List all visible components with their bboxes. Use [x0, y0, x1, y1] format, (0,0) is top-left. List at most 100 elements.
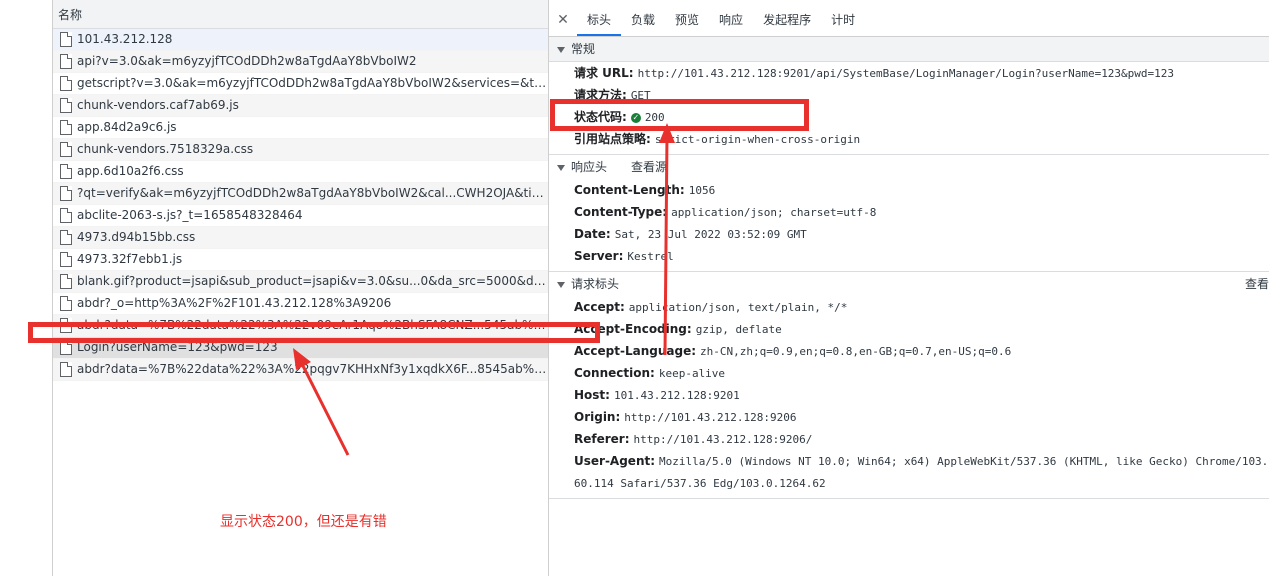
request-row[interactable]: 4973.d94b15bb.css [53, 227, 548, 249]
header-value: http://101.43.212.128:9206 [624, 411, 797, 424]
details-pane: ✕ 标头 负载 预览 响应 发起程序 计时 常规 请求 URL: http://101.43.… [549, 0, 1269, 576]
file-icon [60, 54, 72, 69]
request-row[interactable]: abdr?data=%7B%22data%22%3A%22pqgv7KHHxNf… [53, 359, 548, 381]
request-name: abclite-2063-s.js?_t=1658548328464 [77, 208, 303, 222]
file-icon [60, 76, 72, 91]
tab-payload[interactable]: 负载 [621, 0, 665, 36]
file-icon [60, 362, 72, 377]
view-source-link[interactable]: 查看 [1245, 272, 1269, 296]
header-key: Accept: [574, 300, 625, 314]
file-icon [60, 274, 72, 289]
close-icon[interactable]: ✕ [549, 0, 577, 40]
tab-headers[interactable]: 标头 [577, 0, 622, 36]
header-value: keep-alive [658, 367, 726, 380]
header-value: http://101.43.212.128:9206/ [633, 433, 813, 446]
header-row: Accept: application/json, text/plain, */* [549, 296, 1269, 318]
tab-preview[interactable]: 预览 [665, 0, 709, 36]
file-icon [60, 142, 72, 157]
file-icon [60, 208, 72, 223]
request-row[interactable]: getscript?v=3.0&ak=m6yzyjfTCOdDDh2w8aTgd… [53, 73, 548, 95]
collapse-triangle-icon [557, 46, 565, 53]
header-row: Date: Sat, 23 Jul 2022 03:52:09 GMT [549, 223, 1269, 245]
header-row: Accept-Language: zh-CN,zh;q=0.9,en;q=0.8,… [549, 340, 1269, 362]
response-headers-list: Content-Length: 1056 Content-Type: applicat… [549, 179, 1269, 267]
header-value: gzip, deflate [695, 323, 782, 336]
header-key: Content-Type: [574, 205, 668, 219]
request-name: blank.gif?product=jsapi&sub_product=jsap… [77, 274, 548, 288]
header-key: Content-Length: [574, 183, 685, 197]
request-row[interactable]: app.6d10a2f6.css [53, 161, 548, 183]
request-name: getscript?v=3.0&ak=m6yzyjfTCOdDDh2w8aTgd… [77, 76, 548, 90]
header-value: Sat, 23 Jul 2022 03:52:09 GMT [614, 228, 807, 241]
request-row[interactable]: abdr?_o=http%3A%2F%2F101.43.212.128%3A92… [53, 293, 548, 315]
request-name: abdr?_o=http%3A%2F%2F101.43.212.128%3A92… [77, 296, 392, 310]
request-row[interactable]: api?v=3.0&ak=m6yzyjfTCOdDDh2w8aTgdAaY8bV… [53, 51, 548, 73]
header-value: zh-CN,zh;q=0.9,en;q=0.8,en-GB;q=0.7,en-U… [700, 345, 1012, 358]
view-source-link[interactable]: 查看源 [631, 160, 667, 174]
tab-initiator[interactable]: 发起程序 [753, 0, 821, 36]
response-headers-section-header[interactable]: 响应头 查看源 [549, 155, 1269, 179]
header-row: User-Agent: Mozilla/5.0 (Windows NT 10.0;… [549, 450, 1269, 472]
file-icon [60, 98, 72, 113]
request-row[interactable]: blank.gif?product=jsapi&sub_product=jsap… [53, 271, 548, 293]
header-value: application/json; charset=utf-8 [671, 206, 877, 219]
header-value: 101.43.212.128:9201 [613, 389, 740, 402]
request-row[interactable]: ?qt=verify&ak=m6yzyjfTCOdDDh2w8aTgdAaY8b… [53, 183, 548, 205]
general-section-header[interactable]: 常规 [549, 37, 1269, 62]
request-name: 4973.32f7ebb1.js [77, 252, 183, 266]
header-key: Connection: [574, 366, 655, 380]
file-icon [60, 230, 72, 245]
file-icon [60, 252, 72, 267]
name-column-header[interactable]: 名称 [53, 0, 548, 29]
header-key: Referer: [574, 432, 630, 446]
request-name: app.6d10a2f6.css [77, 164, 184, 178]
login-request-highlight-box [28, 322, 600, 343]
header-key: Server: [574, 249, 624, 263]
header-key: Accept-Language: [574, 344, 697, 358]
header-row: Server: Kestrel [549, 245, 1269, 267]
collapse-triangle-icon [557, 281, 565, 288]
request-row[interactable]: 4973.32f7ebb1.js [53, 249, 548, 271]
header-key: Host: [574, 388, 610, 402]
request-headers-list: Accept: application/json, text/plain, */*… [549, 296, 1269, 472]
header-row: Accept-Encoding: gzip, deflate [549, 318, 1269, 340]
header-row: Content-Type: application/json; charset=u… [549, 201, 1269, 223]
request-list-pane: 名称 101.43.212.128 api?v=3.0&ak=m6yzyjfTCO… [53, 0, 549, 576]
referrer-policy-row: 引用站点策略: strict-origin-when-cross-origin [574, 132, 861, 146]
header-key: Origin: [574, 410, 621, 424]
file-icon [60, 164, 72, 179]
request-name: abdr?data=%7B%22data%22%3A%22pqgv7KHHxNf… [77, 362, 548, 376]
file-icon [60, 32, 72, 47]
header-value: Mozilla/5.0 (Windows NT 10.0; Win64; x64… [659, 455, 1269, 468]
request-headers-section-header[interactable]: 请求标头 查看 [549, 272, 1269, 296]
tab-timing[interactable]: 计时 [821, 0, 865, 36]
request-row[interactable]: abclite-2063-s.js?_t=1658548328464 [53, 205, 548, 227]
collapse-triangle-icon [557, 164, 565, 171]
request-name: app.84d2a9c6.js [77, 120, 177, 134]
request-url-row: 请求 URL: http://101.43.212.128:9201/api/Sy… [574, 66, 1175, 80]
header-row: Host: 101.43.212.128:9201 [549, 384, 1269, 406]
request-row[interactable]: app.84d2a9c6.js [53, 117, 548, 139]
header-row: Content-Length: 1056 [549, 179, 1269, 201]
annotation-text: 显示状态200，但还是有错 [220, 514, 387, 530]
header-value: Kestrel [627, 250, 674, 263]
header-key: User-Agent: [574, 454, 656, 468]
header-key: Date: [574, 227, 611, 241]
file-icon [60, 120, 72, 135]
file-icon [60, 186, 72, 201]
header-row: Connection: keep-alive [549, 362, 1269, 384]
header-value: application/json, text/plain, */* [628, 301, 848, 314]
file-icon [60, 296, 72, 311]
request-name: 4973.d94b15bb.css [77, 230, 196, 244]
details-tabbar: ✕ 标头 负载 预览 响应 发起程序 计时 [549, 0, 1269, 37]
header-value: 1056 [688, 184, 716, 197]
request-name: 101.43.212.128 [77, 32, 173, 46]
request-name: ?qt=verify&ak=m6yzyjfTCOdDDh2w8aTgdAaY8b… [77, 186, 548, 200]
request-row[interactable]: chunk-vendors.caf7ab69.js [53, 95, 548, 117]
header-row: Origin: http://101.43.212.128:9206 [549, 406, 1269, 428]
request-row[interactable]: 101.43.212.128 [53, 29, 548, 51]
tab-response[interactable]: 响应 [709, 0, 753, 36]
request-name: api?v=3.0&ak=m6yzyjfTCOdDDh2w8aTgdAaY8bV… [77, 54, 417, 68]
status-highlight-box [550, 99, 809, 131]
request-row[interactable]: chunk-vendors.7518329a.css [53, 139, 548, 161]
